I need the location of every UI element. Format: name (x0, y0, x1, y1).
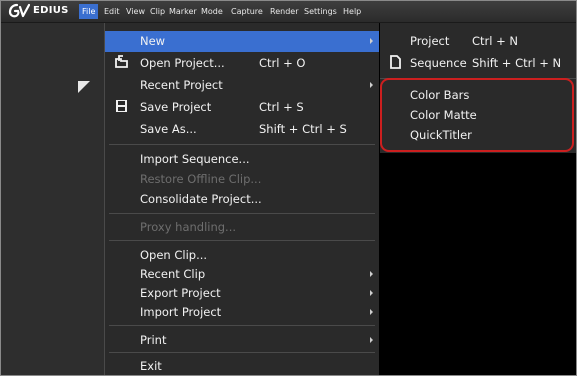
document-icon (390, 55, 401, 69)
submenu-item-color-matte[interactable]: Color Matte (380, 105, 576, 126)
file-menu: New Open Project... Ctrl + O Recent Proj… (104, 23, 380, 375)
menu-item-exit[interactable]: Exit (105, 356, 379, 375)
menu-settings[interactable]: Settings (301, 4, 340, 19)
menu-item-proxy-handling: Proxy handling... (140, 220, 237, 234)
menu-item-save-project[interactable]: Save Project Ctrl + S (105, 97, 379, 118)
submenu-arrow-icon (370, 271, 373, 277)
menu-render[interactable]: Render (267, 4, 301, 19)
menu-clip[interactable]: Clip (147, 4, 168, 19)
menu-mode[interactable]: Mode (198, 4, 226, 19)
menu-item-save-as[interactable]: Save As... Shift + Ctrl + S (105, 119, 379, 140)
triangle-marker-icon (78, 81, 90, 93)
app-window: EDIUS File Edit View Clip Marker Mode Ca… (0, 0, 577, 376)
new-submenu-highlighted-group: Color Bars Color Matte QuickTitler (380, 78, 576, 153)
menu-item-open-clip[interactable]: Open Clip... (105, 245, 379, 266)
submenu-item-color-bars[interactable]: Color Bars (380, 85, 576, 106)
menu-view[interactable]: View (123, 4, 148, 19)
submenu-item-quicktitler[interactable]: QuickTitler (380, 125, 576, 146)
submenu-arrow-icon (370, 38, 373, 44)
menu-separator (109, 325, 375, 326)
left-panel-background (1, 23, 104, 375)
open-project-icon (115, 55, 128, 68)
menu-marker[interactable]: Marker (166, 4, 200, 19)
new-submenu: Project Ctrl + N Sequence Shift + Ctrl +… (380, 23, 576, 78)
menu-item-import-project[interactable]: Import Project (105, 302, 379, 323)
menu-separator (109, 352, 375, 353)
menu-item-recent-clip[interactable]: Recent Clip (105, 264, 379, 285)
menu-item-import-sequence[interactable]: Import Sequence... (105, 149, 379, 170)
submenu-item-sequence[interactable]: Sequence Shift + Ctrl + N (380, 53, 576, 74)
menu-file[interactable]: File (79, 4, 99, 19)
menu-bar: EDIUS File Edit View Clip Marker Mode Ca… (1, 1, 576, 23)
menu-separator (109, 213, 375, 214)
submenu-arrow-icon (370, 309, 373, 315)
menu-item-consolidate-project[interactable]: Consolidate Project... (105, 189, 379, 210)
submenu-arrow-icon (370, 290, 373, 296)
menu-help[interactable]: Help (340, 4, 364, 19)
menu-item-export-project[interactable]: Export Project (105, 283, 379, 304)
submenu-arrow-icon (370, 337, 373, 343)
menu-item-restore-offline-clip: Restore Offline Clip... (140, 172, 262, 186)
menu-item-recent-project[interactable]: Recent Project (105, 75, 379, 96)
menu-edit[interactable]: Edit (101, 4, 123, 19)
submenu-arrow-icon (370, 82, 373, 88)
menu-item-print[interactable]: Print (105, 330, 379, 351)
menu-separator (109, 240, 375, 241)
menu-capture[interactable]: Capture (228, 4, 266, 19)
app-name: EDIUS (33, 5, 69, 16)
grass-valley-logo-icon (8, 3, 30, 18)
menu-separator (109, 144, 375, 145)
submenu-item-project[interactable]: Project Ctrl + N (380, 31, 576, 52)
menu-item-open-project[interactable]: Open Project... Ctrl + O (105, 53, 379, 74)
save-icon (116, 100, 127, 112)
menu-item-new[interactable]: New (105, 31, 379, 52)
